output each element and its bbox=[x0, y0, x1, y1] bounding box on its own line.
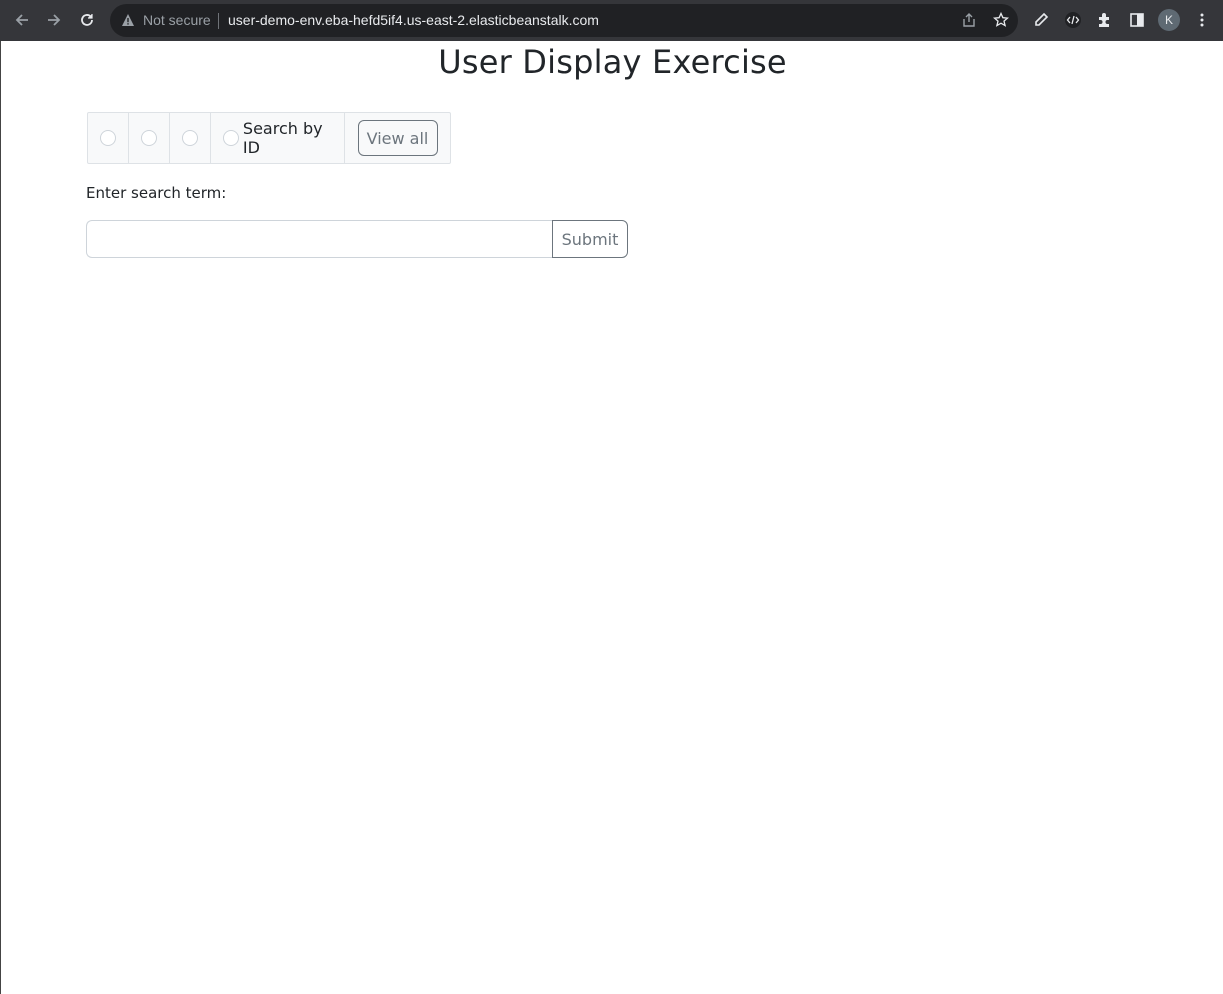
code-extension[interactable] bbox=[1057, 4, 1089, 36]
view-all-cell: View all bbox=[345, 113, 450, 163]
radio-button-1[interactable] bbox=[100, 130, 116, 146]
search-input[interactable] bbox=[86, 220, 553, 258]
extensions-button[interactable] bbox=[1089, 4, 1121, 36]
menu-icon bbox=[1200, 13, 1204, 27]
back-button[interactable] bbox=[6, 4, 38, 36]
search-option-3[interactable] bbox=[170, 113, 211, 163]
extension-code-icon bbox=[1065, 12, 1081, 28]
share-icon bbox=[963, 13, 975, 27]
url-text[interactable]: user-demo-env.eba-hefd5if4.us-east-2.ela… bbox=[228, 12, 599, 28]
submit-button[interactable]: Submit bbox=[552, 220, 628, 258]
side-panel-icon bbox=[1130, 13, 1144, 27]
radio-button-3[interactable] bbox=[182, 130, 198, 146]
reload-icon bbox=[81, 14, 93, 26]
search-option-1[interactable] bbox=[88, 113, 129, 163]
search-mode-group: Search by ID View all bbox=[87, 112, 451, 164]
radio-button-2[interactable] bbox=[141, 130, 157, 146]
reload-button[interactable] bbox=[71, 4, 103, 36]
page-content: User Display Exercise Search by ID View … bbox=[0, 41, 1223, 994]
page-title: User Display Exercise bbox=[438, 43, 787, 81]
radio-button-search-by-id[interactable] bbox=[223, 130, 239, 146]
eyedropper-icon bbox=[1035, 12, 1049, 26]
share-button[interactable] bbox=[953, 4, 985, 36]
view-all-button[interactable]: View all bbox=[357, 120, 438, 156]
search-option-by-id[interactable]: Search by ID bbox=[211, 113, 345, 163]
puzzle-icon bbox=[1099, 13, 1109, 27]
security-status[interactable]: Not secure bbox=[143, 12, 211, 28]
address-bar[interactable]: Not secure user-demo-env.eba-hefd5if4.us… bbox=[110, 4, 1018, 37]
star-icon bbox=[993, 12, 1009, 27]
browser-menu-button[interactable] bbox=[1186, 4, 1218, 36]
back-icon bbox=[15, 14, 28, 26]
side-panel-button[interactable] bbox=[1121, 4, 1153, 36]
address-separator bbox=[218, 13, 219, 29]
forward-icon bbox=[48, 14, 61, 26]
search-by-id-label: Search by ID bbox=[242, 119, 323, 157]
warning-icon bbox=[122, 14, 134, 26]
forward-button[interactable] bbox=[38, 4, 70, 36]
profile-avatar[interactable]: K bbox=[1158, 9, 1180, 31]
search-option-2[interactable] bbox=[129, 113, 170, 163]
search-term-label: Enter search term: bbox=[86, 184, 227, 202]
eyedropper-extension[interactable] bbox=[1025, 4, 1057, 36]
browser-toolbar: Not secure user-demo-env.eba-hefd5if4.us… bbox=[0, 0, 1223, 41]
bookmark-button[interactable] bbox=[985, 4, 1017, 36]
